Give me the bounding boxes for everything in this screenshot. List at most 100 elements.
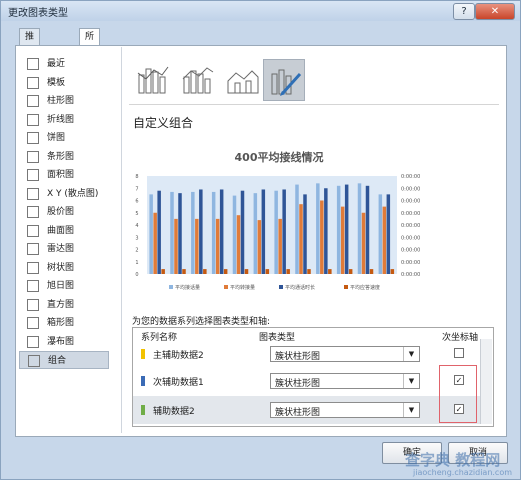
panel-divider [121, 47, 122, 433]
sidebar-item-stock-chart[interactable]: 股价图 [19, 203, 109, 221]
chevron-down-icon[interactable]: ▼ [403, 347, 419, 361]
clustered-column-line-icon[interactable] [132, 59, 174, 101]
y2-tick-label: 0:00:00 [401, 211, 420, 217]
sidebar-item-surface-chart[interactable]: 曲面图 [19, 222, 109, 240]
sidebar-item-label: X Y (散点图) [47, 188, 99, 199]
secondary-axis-highlight [439, 365, 477, 423]
sidebar-item-area-chart[interactable]: 面积图 [19, 166, 109, 184]
bar-3 [282, 189, 286, 274]
clustered-column-line-secondary-icon[interactable] [177, 59, 219, 101]
y-tick-label: 0 [135, 272, 138, 278]
legend-label: 平均接话量 [175, 284, 200, 291]
watermark-url: jiaocheng.chazidian.com [413, 468, 513, 477]
y2-tick-label: 0:00:00 [401, 272, 420, 278]
sidebar-item-recent[interactable]: 最近 [19, 55, 109, 73]
bar-4 [182, 269, 186, 274]
legend-label: 平均应答速度 [350, 284, 380, 291]
chart-type-select[interactable]: 簇状柱形图 ▼ [270, 346, 420, 362]
stacked-area-column-icon[interactable] [222, 59, 264, 101]
sidebar-item-waterfall-chart[interactable]: 瀑布图 [19, 333, 109, 351]
y2-tick-label: 0:00:00 [401, 199, 420, 205]
bar-chart-icon [27, 150, 39, 163]
sidebar-item-label: 饼图 [47, 133, 66, 143]
sidebar-item-box-chart[interactable]: 箱形图 [19, 314, 109, 332]
sidebar-item-treemap-chart[interactable]: 树状图 [19, 259, 109, 277]
chart-title: 400平均接线情况 [235, 150, 324, 164]
bar-4 [348, 269, 353, 274]
sidebar-item-label: 折线图 [47, 114, 75, 125]
chevron-down-icon[interactable]: ▼ [403, 403, 419, 417]
bar-1 [336, 185, 341, 274]
y-tick-label: 7 [135, 186, 138, 192]
legend-swatch [169, 285, 173, 289]
sidebar-item-label: 最近 [47, 59, 66, 69]
bar-2 [278, 218, 282, 274]
sidebar-item-label: 股价图 [47, 207, 75, 217]
bar-2 [174, 218, 178, 274]
series-name: 次辅助数据1 [153, 378, 204, 388]
scatter-chart-icon [27, 187, 39, 200]
series-row[interactable]: 辅助数据2 簇状柱形图 ▼ ✓ [133, 396, 481, 424]
bar-4 [369, 269, 374, 274]
sidebar-item-bar-chart[interactable]: 条形图 [19, 148, 109, 166]
sidebar-item-label: 箱形图 [47, 318, 75, 328]
change-chart-type-dialog: 更改图表类型 ? ✕ 推荐的图表 所有图表 最近模板柱形图折线图饼图条形图面积图… [0, 0, 521, 480]
series-prompt: 为您的数据系列选择图表类型和轴: [132, 317, 271, 327]
sidebar-item-template[interactable]: 模板 [19, 74, 109, 92]
bar-1 [316, 183, 320, 274]
bar-2 [215, 218, 220, 274]
bar-4 [307, 269, 311, 274]
sidebar-item-radar-chart[interactable]: 雷达图 [19, 240, 109, 258]
secondary-axis-checkbox[interactable] [454, 348, 464, 358]
bar-1 [211, 191, 216, 274]
custom-combination-icon[interactable] [263, 59, 305, 101]
bar-2 [361, 212, 366, 274]
pie-chart-icon [27, 132, 39, 144]
area-chart-icon [27, 169, 39, 181]
chevron-down-icon[interactable]: ▼ [403, 374, 419, 388]
line-chart-icon [27, 113, 39, 126]
title-bar: 更改图表类型 ? ✕ [1, 1, 520, 21]
chart-type-select[interactable]: 簇状柱形图 ▼ [270, 373, 420, 389]
y2-tick-label: 0:00:00 [401, 260, 420, 266]
tab-all-charts[interactable]: 所有图表 [79, 28, 101, 93]
bar-1 [274, 190, 278, 274]
sidebar-item-combo-chart[interactable]: 组合 [19, 351, 109, 369]
series-grid-scrollbar[interactable] [480, 339, 492, 424]
series-row[interactable]: 次辅助数据1 簇状柱形图 ▼ ✓ [133, 367, 481, 395]
series-row[interactable]: 主辅助数据2 簇状柱形图 ▼ [133, 340, 481, 368]
sidebar-item-pie-chart[interactable]: 饼图 [19, 129, 109, 147]
sidebar-item-label: 瀑布图 [47, 336, 75, 347]
sidebar-item-sunburst-chart[interactable]: 旭日图 [19, 277, 109, 295]
bar-4 [265, 269, 270, 274]
bar-3 [386, 194, 391, 274]
bar-2 [382, 206, 387, 274]
series-name: 主辅助数据2 [153, 351, 204, 361]
close-icon[interactable]: ✕ [475, 3, 515, 20]
series-color-swatch [141, 349, 145, 359]
bar-2 [257, 220, 262, 274]
y2-tick-label: 0:00:00 [401, 186, 420, 192]
sidebar-item-label: 柱形图 [47, 96, 75, 106]
treemap-chart-icon [27, 261, 39, 274]
legend-swatch [224, 285, 228, 289]
sidebar-item-label: 组合 [48, 356, 67, 366]
chart-type-select[interactable]: 簇状柱形图 ▼ [270, 402, 420, 418]
box-chart-icon [27, 317, 39, 329]
bar-3 [303, 194, 307, 274]
series-name: 辅助数据2 [153, 407, 195, 417]
sidebar-item-histogram-chart[interactable]: 直方图 [19, 296, 109, 314]
sidebar-item-scatter-chart[interactable]: X Y (散点图) [19, 185, 109, 203]
bar-1 [378, 194, 383, 274]
sidebar-item-line-chart[interactable]: 折线图 [19, 111, 109, 129]
bar-3 [157, 190, 161, 274]
tab-recommended-charts[interactable]: 推荐的图表 [19, 28, 41, 110]
bar-3 [344, 184, 349, 274]
bar-4 [244, 269, 249, 274]
y-tick-label: 8 [135, 174, 138, 180]
y2-tick-label: 0:00:00 [401, 174, 420, 180]
sidebar-item-column-chart[interactable]: 柱形图 [19, 92, 109, 110]
y-tick-label: 6 [135, 199, 138, 205]
bar-1 [170, 191, 174, 274]
help-icon[interactable]: ? [453, 3, 475, 20]
